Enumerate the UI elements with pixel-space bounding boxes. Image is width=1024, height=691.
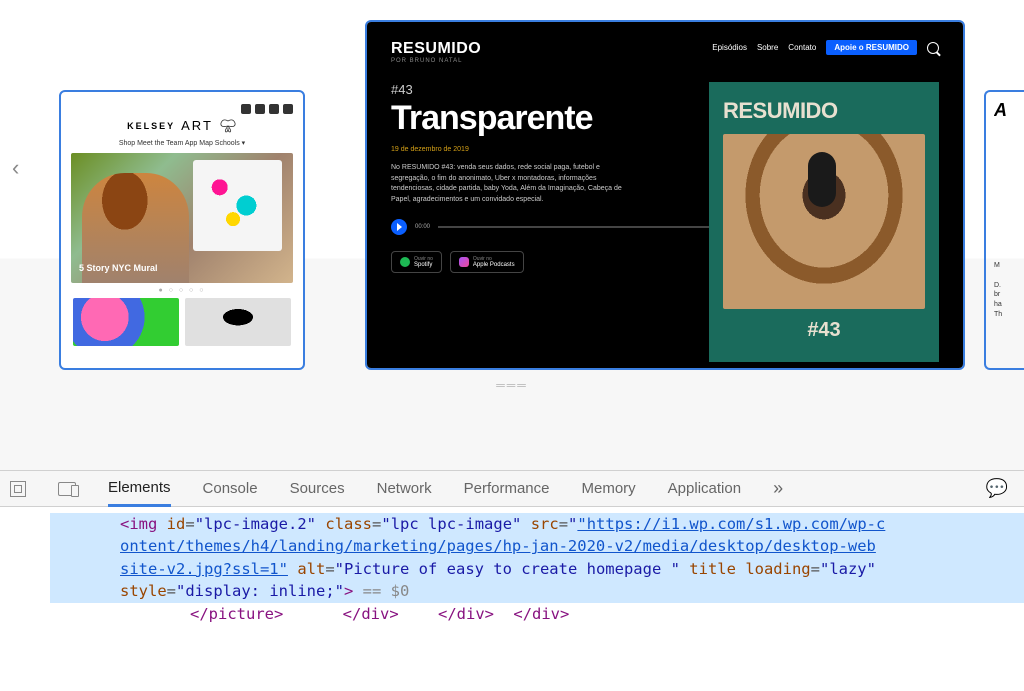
butterfly-icon (219, 119, 237, 133)
website-carousel-panel: ‹ › KELSEY ART Shop Meet the Team App Ma… (0, 0, 1024, 470)
code-attr: id (167, 515, 186, 533)
code-attr: loading (745, 560, 810, 578)
play-button-icon (391, 219, 407, 235)
resumido-nav: Episódios Sobre Contato Apoie o RESUMIDO (712, 40, 939, 55)
code-value: "display: inline;" (176, 582, 344, 600)
carousel-card-next-peek[interactable]: A M D. br ha Th (984, 90, 1024, 370)
code-attr: style (120, 582, 167, 600)
kelsey-hero-image: 5 Story NYC Mural (71, 153, 293, 283)
carousel-card-resumido[interactable]: RESUMIDO POR BRUNO NATAL Episódios Sobre… (365, 20, 965, 370)
tab-console[interactable]: Console (203, 472, 258, 505)
episode-cover-card: RESUMIDO #43 (709, 82, 939, 362)
devtools-tabs: Elements Console Sources Network Perform… (0, 471, 1024, 507)
carousel-prev-icon[interactable]: ‹ (12, 155, 19, 181)
tabs-overflow-icon[interactable]: » (773, 478, 783, 499)
code-value: "lpc lpc-image" (381, 515, 521, 533)
cover-episode-number: #43 (723, 319, 925, 342)
code-attr: class (325, 515, 372, 533)
search-icon (927, 42, 939, 54)
code-tag: <img (120, 515, 157, 533)
peek-body-text: M D. br ha Th (994, 261, 1016, 320)
tab-network[interactable]: Network (377, 472, 432, 505)
carousel-card-kelsey[interactable]: KELSEY ART Shop Meet the Team App Map Sc… (59, 90, 305, 370)
nav-episodios: Episódios (712, 43, 747, 52)
code-attr: title (689, 560, 736, 578)
logo-prefix: KELSEY (127, 121, 175, 131)
code-value: "lazy" (820, 560, 876, 578)
resize-handle-icon[interactable]: ═══ (0, 378, 1024, 392)
spotify-badge: Ouvir noSpotify (391, 251, 442, 273)
apoie-button: Apoie o RESUMIDO (826, 40, 917, 55)
elements-dom-tree[interactable]: <img id="lpc-image.2" class="lpc lpc-ima… (0, 507, 1024, 631)
apple-podcasts-badge: Ouvir noApple Podcasts (450, 251, 524, 273)
tab-sources[interactable]: Sources (290, 472, 345, 505)
carousel: ‹ › KELSEY ART Shop Meet the Team App Ma… (0, 20, 1024, 370)
feedback-icon[interactable]: 💬 (986, 478, 1008, 499)
nav-sobre: Sobre (757, 43, 778, 52)
resumido-subtitle: POR BRUNO NATAL (391, 58, 481, 64)
cover-photo (723, 134, 925, 309)
social-icons-row (71, 104, 293, 114)
resumido-logo: RESUMIDO (391, 40, 481, 58)
hero-title: 5 Story NYC Mural (79, 263, 158, 273)
kelsey-nav-menu: Shop Meet the Team App Map Schools ▾ (71, 139, 293, 147)
gallery-thumbnails (71, 298, 293, 346)
tab-application[interactable]: Application (668, 472, 741, 505)
code-tag: </div> (513, 605, 569, 623)
code-tag: </picture> (190, 605, 283, 623)
carousel-dots: ● ○ ○ ○ ○ (71, 287, 293, 294)
logo-suffix: ART (181, 118, 213, 133)
code-url: ontent/themes/h4/landing/marketing/pages… (120, 537, 876, 555)
thumbnail (185, 298, 291, 346)
peek-logo-letter: A (994, 100, 1016, 121)
tab-memory[interactable]: Memory (582, 472, 636, 505)
code-url: site-v2.jpg?ssl=1" (120, 560, 288, 578)
code-tag: </div> (343, 605, 399, 623)
time-elapsed: 00:00 (415, 224, 430, 230)
code-attr: alt (297, 560, 325, 578)
tab-performance[interactable]: Performance (464, 472, 550, 505)
tab-elements[interactable]: Elements (108, 471, 171, 507)
inspect-element-icon[interactable] (10, 481, 26, 497)
social-icon (283, 104, 293, 114)
code-tag: > (344, 582, 353, 600)
social-icon (241, 104, 251, 114)
code-value: "Picture of easy to create homepage " (335, 560, 680, 578)
nav-contato: Contato (788, 43, 816, 52)
selected-element-indicator: == $0 (353, 582, 409, 600)
code-value: "lpc-image.2" (195, 515, 316, 533)
code-tag: </div> (438, 605, 494, 623)
code-url: "https://i1.wp.com/s1.wp.com/wp-c (577, 515, 885, 533)
devtools-panel: Elements Console Sources Network Perform… (0, 470, 1024, 691)
episode-description: No RESUMIDO #43: venda seus dados, rede … (391, 163, 631, 205)
social-icon (269, 104, 279, 114)
device-toolbar-icon[interactable] (58, 482, 76, 496)
kelsey-logo: KELSEY ART (71, 118, 293, 133)
code-attr: src (531, 515, 559, 533)
social-icon (255, 104, 265, 114)
cover-logo: RESUMIDO (723, 98, 925, 124)
thumbnail (73, 298, 179, 346)
resumido-header-left: RESUMIDO POR BRUNO NATAL (391, 40, 481, 64)
